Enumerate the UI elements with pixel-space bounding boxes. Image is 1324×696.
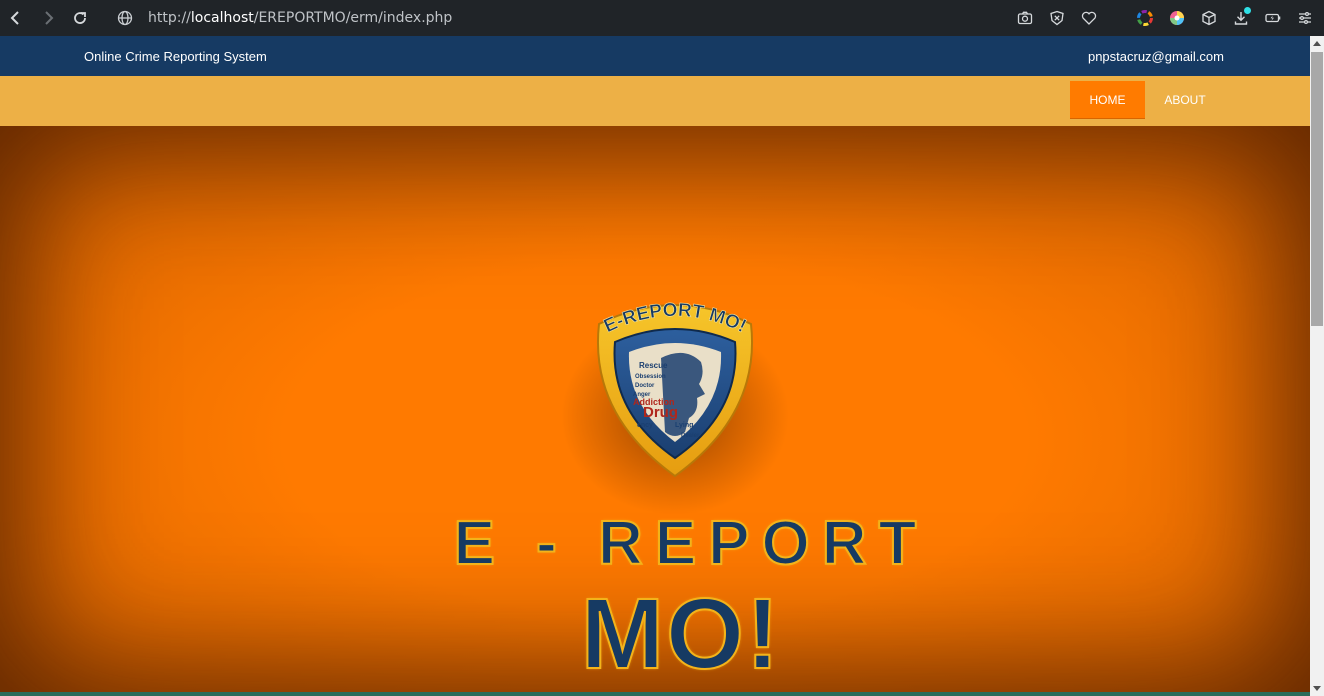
color-wheel-icon <box>1137 10 1153 26</box>
svg-text:Lying: Lying <box>675 422 693 429</box>
favorite-button[interactable] <box>1078 7 1100 29</box>
svg-text:Obsession: Obsession <box>635 374 666 380</box>
svg-text:Doctor: Doctor <box>635 383 655 389</box>
globe-icon <box>117 10 133 26</box>
contact-email: pnpstacruz@gmail.com <box>1087 49 1224 64</box>
scroll-up-arrow[interactable] <box>1313 41 1321 46</box>
url-prefix: http:// <box>148 10 191 26</box>
back-button[interactable] <box>0 2 32 34</box>
download-indicator <box>1244 7 1251 14</box>
extensions-button[interactable] <box>1198 7 1220 29</box>
forward-icon <box>45 11 54 25</box>
nav-about-link[interactable]: ABOUT <box>1150 81 1220 119</box>
e-report-mo-badge-logo: Rescue Obsession Doctor Anger Addiction … <box>597 300 753 478</box>
hero-title-line1: E - REPORT <box>453 508 929 579</box>
hero-banner: Rescue Obsession Doctor Anger Addiction … <box>0 126 1310 696</box>
tracker-block-button[interactable] <box>1046 7 1068 29</box>
screenshot-button[interactable] <box>1014 7 1036 29</box>
settings-sliders-icon <box>1299 11 1311 25</box>
battery-icon <box>1265 13 1281 23</box>
hero-title-line2: MO! <box>580 578 782 690</box>
palette-icon <box>1170 11 1184 25</box>
url-host: localhost <box>190 10 254 26</box>
vertical-scrollbar[interactable] <box>1310 36 1324 696</box>
url-path: /EREPORTMO/erm/index.php <box>253 10 453 26</box>
svg-text:ency: ency <box>637 422 653 429</box>
cube-icon <box>1202 10 1216 26</box>
bottom-edge <box>0 692 1310 696</box>
heart-icon <box>1081 11 1097 25</box>
downloads-button[interactable] <box>1230 7 1252 29</box>
color-picker-extension[interactable] <box>1134 7 1156 29</box>
battery-saver-button[interactable] <box>1262 7 1284 29</box>
address-bar[interactable]: http://localhost/EREPORTMO/erm/index.php <box>116 0 452 36</box>
top-header-bar: Online Crime Reporting System pnpstacruz… <box>0 36 1310 76</box>
reload-icon <box>74 12 86 24</box>
back-icon <box>10 11 19 25</box>
site-name: Online Crime Reporting System <box>84 49 267 64</box>
url-text: http://localhost/EREPORTMO/erm/index.php <box>148 10 452 26</box>
shield-x-icon <box>1050 10 1064 26</box>
settings-menu-button[interactable] <box>1294 7 1316 29</box>
svg-text:Dealer: Dealer <box>681 433 700 439</box>
reload-button[interactable] <box>64 2 96 34</box>
svg-text:Rescue: Rescue <box>639 361 668 370</box>
camera-icon <box>1017 11 1033 25</box>
extension-toolbar <box>1014 0 1316 36</box>
scroll-down-arrow[interactable] <box>1313 686 1321 691</box>
main-navigation: HOME ABOUT <box>0 76 1310 126</box>
page-viewport: Online Crime Reporting System pnpstacruz… <box>0 36 1310 696</box>
palette-extension[interactable] <box>1166 7 1188 29</box>
nav-home-link[interactable]: HOME <box>1070 81 1145 119</box>
svg-text:Drug: Drug <box>643 404 678 421</box>
browser-toolbar: http://localhost/EREPORTMO/erm/index.php <box>0 0 1324 36</box>
scroll-thumb[interactable] <box>1311 52 1323 326</box>
forward-button[interactable] <box>32 2 64 34</box>
